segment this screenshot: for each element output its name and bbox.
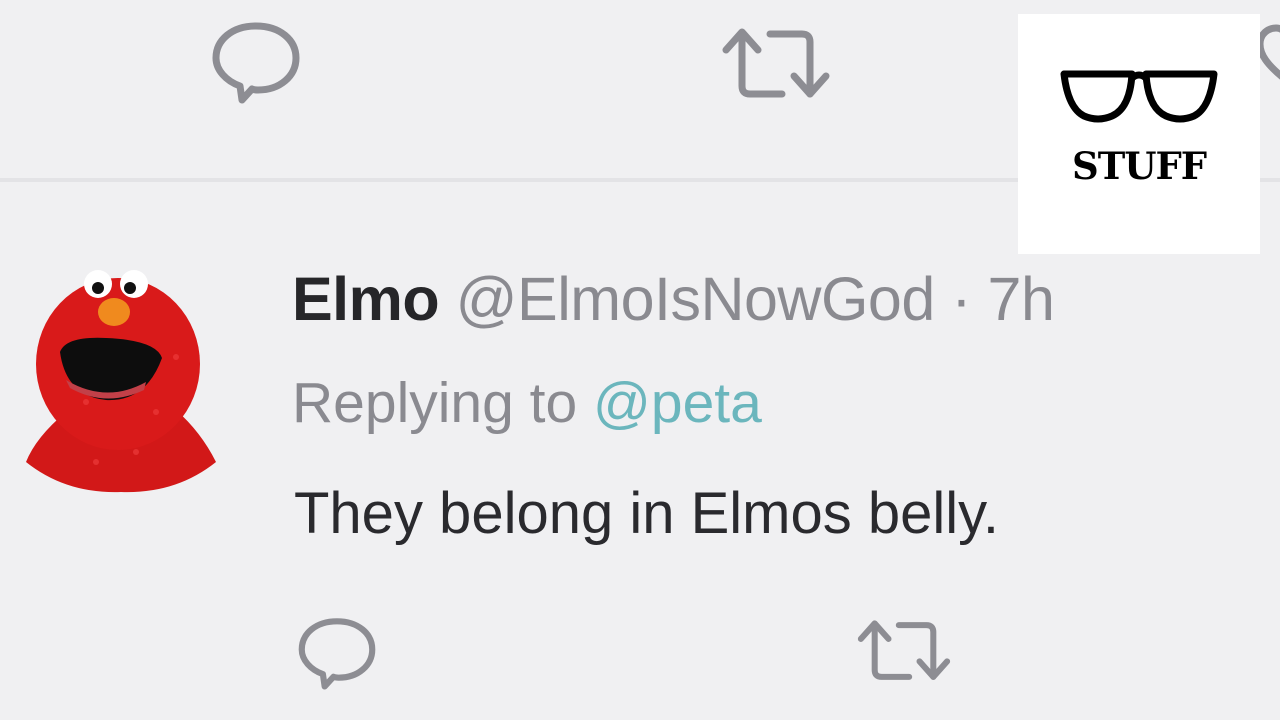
reply-speech-bubble-icon[interactable] — [210, 20, 302, 104]
stuff-watermark: STUFF — [1018, 14, 1260, 254]
replying-to-mention[interactable]: @peta — [593, 371, 762, 435]
tweet-timestamp[interactable]: 7h — [988, 265, 1055, 333]
header-separator: · — [951, 265, 972, 333]
author-name[interactable]: Elmo — [292, 265, 440, 333]
elmo-avatar[interactable] — [26, 262, 216, 494]
retweet-arrows-icon[interactable] — [854, 616, 954, 686]
replying-to-line: Replying to @peta — [292, 366, 762, 440]
glasses-icon — [1060, 68, 1218, 129]
replying-to-label: Replying to — [292, 371, 578, 435]
watermark-label: STUFF — [1071, 144, 1207, 188]
tweet-header: Elmo @ElmoIsNowGod · 7h — [292, 262, 1055, 336]
reply-speech-bubble-icon[interactable] — [296, 616, 378, 690]
tweet-body: They belong in Elmos belly. — [294, 481, 999, 546]
author-handle[interactable]: @ElmoIsNowGod — [456, 265, 936, 333]
retweet-arrows-icon[interactable] — [718, 24, 834, 104]
